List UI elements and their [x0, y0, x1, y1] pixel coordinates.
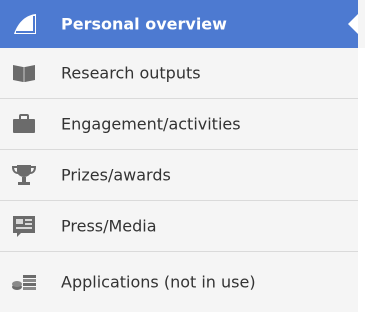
menu-item-prizes-awards[interactable]: Prizes/awards [0, 150, 358, 201]
menu-item-engagement-activities[interactable]: Engagement/activities [0, 99, 358, 150]
menu-item-label: Applications (not in use) [61, 272, 256, 292]
overview-icon [12, 13, 38, 35]
trophy-icon [11, 164, 37, 186]
newspaper-icon [11, 215, 37, 237]
menu-item-label: Prizes/awards [61, 165, 171, 185]
money-icon [11, 271, 37, 293]
menu-item-research-outputs[interactable]: Research outputs [0, 48, 358, 99]
menu-item-applications[interactable]: Applications (not in use) [0, 252, 358, 312]
panel-edge [358, 48, 365, 312]
sidebar-menu: Personal overview Research outputs Engag… [0, 0, 365, 312]
book-icon [11, 62, 37, 84]
menu-item-label: Engagement/activities [61, 114, 241, 134]
menu-item-press-media[interactable]: Press/Media [0, 201, 358, 252]
active-indicator [348, 14, 358, 34]
menu-item-label: Press/Media [61, 216, 157, 236]
menu-item-label: Personal overview [61, 14, 227, 33]
menu-item-label: Research outputs [61, 63, 201, 83]
menu-item-personal-overview[interactable]: Personal overview [0, 0, 358, 48]
briefcase-icon [11, 113, 37, 135]
